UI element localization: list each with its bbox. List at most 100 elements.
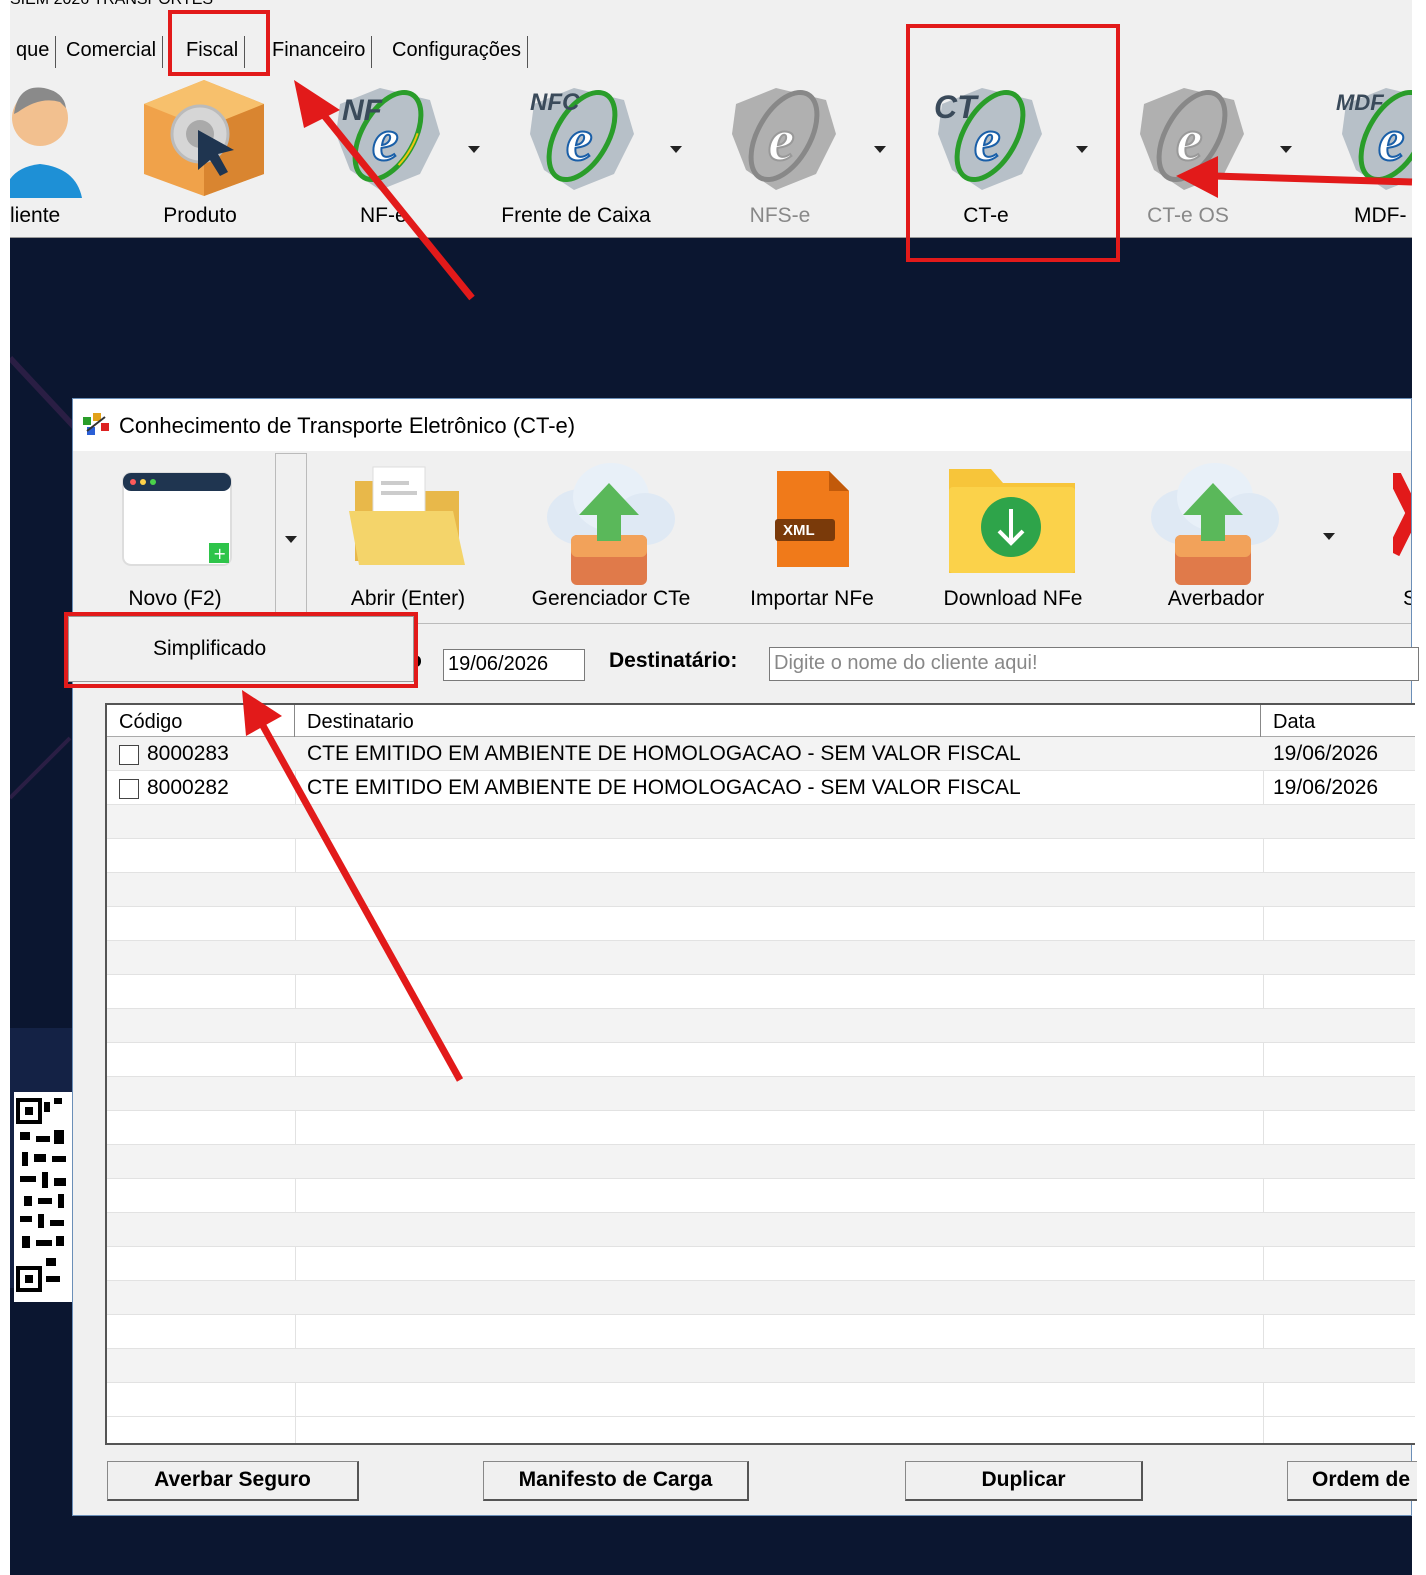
- ordem-button[interactable]: Ordem de: [1287, 1461, 1417, 1501]
- empty-row: [107, 1111, 1415, 1145]
- cloud-upload-icon: [1151, 463, 1279, 585]
- app-title-fragment: SIEM 2026 TRANSPORTES: [10, 0, 213, 9]
- svg-text:e: e: [372, 107, 399, 173]
- empty-row: [107, 1179, 1415, 1213]
- averbador-dropdown-arrow[interactable]: [1323, 533, 1335, 540]
- app-titlebar: SIEM 2026 TRANSPORTES: [10, 0, 1412, 14]
- nfe-logo-icon: NF e: [336, 88, 440, 190]
- grid-header: Código Destinatario Data: [107, 705, 1415, 737]
- ribbon-cliente-button[interactable]: liente: [10, 74, 82, 238]
- table-row[interactable]: 8000283 CTE EMITIDO EM AMBIENTE DE HOMOL…: [107, 737, 1415, 771]
- tab-financeiro[interactable]: Financeiro: [266, 36, 373, 68]
- ribbon-nfse-button: e NFS-e: [710, 74, 850, 238]
- destinatario-label: Destinatário:: [609, 649, 738, 672]
- ribbon-nfe-button[interactable]: NF e NF-e: [320, 74, 460, 238]
- cloud-upload-icon: [547, 463, 675, 585]
- destinatario-input[interactable]: Digite o nome do cliente aqui!: [769, 647, 1419, 681]
- duplicar-button[interactable]: Duplicar: [905, 1461, 1143, 1501]
- importar-nfe-label: Importar NFe: [750, 587, 874, 610]
- empty-row: [107, 1247, 1415, 1281]
- nfce-dropdown-arrow[interactable]: [670, 146, 682, 153]
- svg-text:+: +: [213, 544, 226, 563]
- close-icon: [1393, 473, 1411, 557]
- empty-row: [107, 839, 1415, 873]
- cell-destinatario: CTE EMITIDO EM AMBIENTE DE HOMOLOGACAO -…: [307, 776, 1021, 799]
- empty-row: [107, 1315, 1415, 1349]
- tab-configuracoes[interactable]: Configurações: [386, 36, 528, 68]
- averbador-label: Averbador: [1167, 587, 1265, 610]
- header-codigo[interactable]: Código: [107, 705, 295, 737]
- cell-destinatario: CTE EMITIDO EM AMBIENTE DE HOMOLOGACAO -…: [307, 742, 1021, 765]
- empty-row: [107, 1213, 1415, 1247]
- cell-data: 19/06/2026: [1273, 776, 1379, 799]
- app-icon: [83, 413, 109, 435]
- date-field[interactable]: 19/06/2026: [443, 649, 585, 681]
- importar-nfe-button[interactable]: XML Importar NFe: [729, 451, 895, 623]
- ribbon-cte-button[interactable]: CT e CT-e: [916, 74, 1056, 238]
- cell-codigo: 8000283: [147, 742, 229, 765]
- empty-row: [107, 907, 1415, 941]
- gerenciador-cte-label: Gerenciador CTe: [531, 587, 691, 610]
- empty-row: [107, 941, 1415, 975]
- qr-code: [14, 1092, 72, 1302]
- nfse-dropdown-arrow[interactable]: [874, 146, 886, 153]
- nfse-logo-icon: e: [732, 88, 836, 190]
- ribbon-cteos-label: CT-e OS: [1147, 204, 1229, 227]
- table-row[interactable]: 8000282 CTE EMITIDO EM AMBIENTE DE HOMOL…: [107, 771, 1415, 805]
- sair-button[interactable]: S: [1373, 451, 1411, 623]
- empty-row: [107, 1281, 1415, 1315]
- folder-download-icon: [949, 469, 1075, 573]
- row-checkbox[interactable]: [119, 745, 139, 765]
- row-checkbox[interactable]: [119, 779, 139, 799]
- sair-label: S: [1403, 587, 1411, 610]
- novo-dropdown-arrow-icon: [285, 536, 297, 543]
- novo-dropdown-button[interactable]: [275, 453, 307, 621]
- averbador-button[interactable]: Averbador: [1133, 451, 1299, 623]
- cte-dropdown-arrow[interactable]: [1076, 146, 1088, 153]
- nfe-dropdown-arrow[interactable]: [468, 146, 480, 153]
- svg-text:e: e: [1176, 107, 1203, 173]
- svg-text:e: e: [768, 107, 795, 173]
- download-nfe-button[interactable]: Download NFe: [913, 451, 1113, 623]
- ribbon-mdfe-button[interactable]: MDF e MDF-: [1320, 74, 1412, 238]
- ribbon-nfe-label: NF-e: [360, 204, 407, 227]
- fiscal-ribbon: liente Produto NF e NF-e NFC e Frente de…: [10, 74, 1412, 238]
- header-data[interactable]: Data: [1261, 705, 1421, 737]
- cell-codigo: 8000282: [147, 776, 229, 799]
- manifesto-carga-button[interactable]: Manifesto de Carga: [483, 1461, 749, 1501]
- ribbon-mdfe-label: MDF-: [1354, 204, 1407, 227]
- ribbon-frente-caixa-label: Frente de Caixa: [501, 204, 651, 227]
- empty-row: [107, 1043, 1415, 1077]
- svg-text:e: e: [974, 107, 1001, 173]
- empty-row: [107, 805, 1415, 839]
- novo-button[interactable]: + Novo (F2): [75, 451, 275, 623]
- cteos-dropdown-arrow[interactable]: [1280, 146, 1292, 153]
- abrir-button[interactable]: Abrir (Enter): [325, 451, 491, 623]
- screen: SIEM 2026 TRANSPORTES que Comercial Fisc…: [0, 0, 1426, 1575]
- cte-dialog: Conhecimento de Transporte Eletrônico (C…: [72, 398, 1419, 1516]
- qr-code-image: [16, 1098, 66, 1292]
- tab-fiscal[interactable]: Fiscal: [180, 36, 246, 68]
- gerenciador-cte-button[interactable]: Gerenciador CTe: [509, 451, 713, 623]
- empty-row: [107, 1349, 1415, 1383]
- mdfe-logo-text: MDF: [1336, 90, 1384, 115]
- dialog-titlebar[interactable]: Conhecimento de Transporte Eletrônico (C…: [73, 399, 1411, 451]
- averbar-seguro-button[interactable]: Averbar Seguro: [107, 1461, 359, 1501]
- download-nfe-label: Download NFe: [943, 587, 1083, 610]
- folder-open-icon: [349, 466, 465, 565]
- xml-file-text: XML: [783, 522, 815, 539]
- ribbon-cteos-button: e CT-e OS: [1118, 74, 1258, 238]
- cte-grid: Código Destinatario Data 8000283 CTE EMI…: [105, 703, 1415, 1445]
- menu-item-simplificado[interactable]: Simplificado: [153, 637, 266, 661]
- ribbon-produto-label: Produto: [163, 204, 237, 227]
- header-destinatario[interactable]: Destinatario: [295, 705, 1261, 737]
- ribbon-cliente-label: liente: [10, 204, 61, 227]
- ribbon-produto-button[interactable]: Produto: [130, 74, 270, 238]
- dialog-title: Conhecimento de Transporte Eletrônico (C…: [119, 413, 576, 438]
- empty-row: [107, 1009, 1415, 1043]
- tab-estoque[interactable]: que: [10, 36, 57, 68]
- tab-comercial[interactable]: Comercial: [60, 36, 164, 68]
- xml-file-icon: XML: [775, 471, 849, 567]
- ribbon-frente-caixa-button[interactable]: NFC e Frente de Caixa: [496, 74, 656, 238]
- empty-row: [107, 1383, 1415, 1417]
